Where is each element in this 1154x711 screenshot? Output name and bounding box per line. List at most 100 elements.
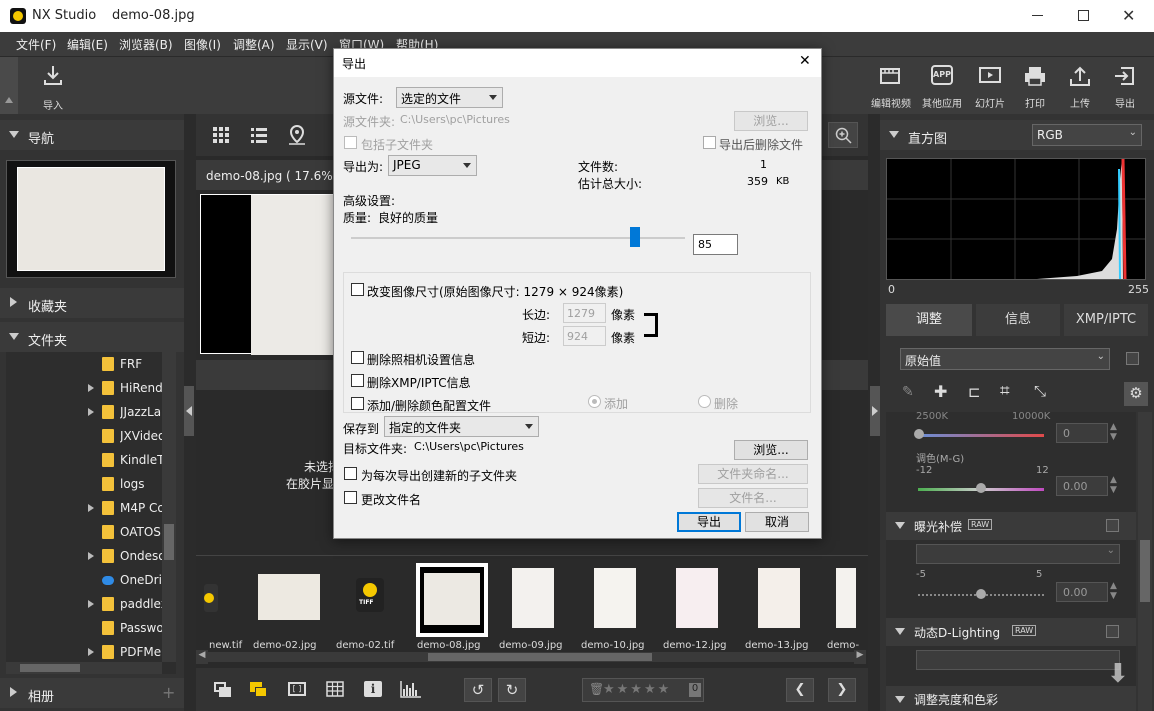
short-side-input[interactable]: 924 (563, 326, 606, 346)
tab-xmp-iptc[interactable]: XMP/IPTC (1064, 304, 1148, 336)
folder-item[interactable]: M4P Co (88, 496, 168, 520)
close-button[interactable]: ✕ (1122, 6, 1135, 25)
preset-checkbox[interactable] (1126, 352, 1139, 365)
map-pin-icon[interactable] (288, 125, 306, 145)
wb-stepper-icon[interactable]: ▲ ▼ (1110, 422, 1117, 442)
long-side-input[interactable]: 1279 (563, 303, 606, 323)
rating-bar[interactable]: 🗑 ★★★★★ 0 (582, 678, 704, 702)
trash-icon[interactable]: 🗑 (589, 682, 604, 696)
previous-image-button[interactable]: ❮ (786, 678, 814, 702)
rotate-right-button[interactable]: ↻ (498, 678, 526, 702)
tif-icon-partial[interactable] (204, 584, 218, 612)
film-thumb-demo-09[interactable] (512, 568, 554, 628)
multi-select-icon[interactable] (250, 682, 268, 698)
folder-item[interactable]: Ondeso (88, 544, 168, 568)
tint-value-field[interactable]: 0.00 (1056, 476, 1108, 496)
file-naming-button[interactable]: 文件名... (698, 488, 808, 508)
expand-arrow-icon[interactable] (88, 384, 94, 392)
expand-arrow-icon[interactable] (88, 504, 94, 512)
histogram-mode-select[interactable]: RGB ⌄ (1032, 124, 1142, 146)
expand-arrow-icon[interactable] (88, 552, 94, 560)
retouch-brush-icon[interactable]: ✚ (934, 382, 947, 401)
source-browse-button[interactable]: 浏览... (734, 111, 808, 131)
list-view-icon[interactable] (250, 126, 268, 144)
resize-checkbox[interactable] (351, 283, 364, 296)
menu-view[interactable]: 显示(V) (286, 36, 328, 53)
film-thumb-demo-13[interactable] (758, 568, 800, 628)
menu-adjust[interactable]: 调整(A) (233, 36, 275, 53)
folder-scrollbar[interactable] (162, 352, 176, 662)
film-thumb-demo-12[interactable] (676, 568, 718, 628)
add-album-icon[interactable]: + (162, 683, 175, 702)
tab-info[interactable]: 信息 (976, 304, 1060, 336)
folder-item[interactable]: logs (88, 472, 168, 496)
tab-adjust[interactable]: 调整 (886, 304, 972, 336)
color-profile-checkbox[interactable] (351, 397, 364, 410)
next-image-button[interactable]: ❯ (828, 678, 856, 702)
quality-slider-thumb[interactable] (629, 227, 640, 247)
minimize-button[interactable] (1032, 15, 1043, 16)
export-button[interactable]: 导出 (677, 512, 741, 532)
upload-button[interactable]: 上传 (1063, 65, 1097, 111)
crop-icon[interactable]: ⌗ (1000, 381, 1010, 401)
delete-after-export-checkbox[interactable] (703, 136, 716, 149)
exposure-value-field[interactable]: 0.00 (1056, 582, 1108, 602)
save-to-select[interactable]: 指定的文件夹 (384, 416, 539, 437)
export-toolbar-button[interactable]: 导出 (1108, 65, 1142, 111)
film-thumb-demo-08-selected[interactable] (416, 563, 488, 637)
adl-checkbox[interactable] (1106, 625, 1119, 638)
fit-screen-icon[interactable]: [ ] (288, 682, 306, 696)
film-thumb-partial[interactable] (836, 568, 856, 628)
radio-add[interactable] (588, 395, 601, 408)
folder-hscrollbar[interactable] (6, 662, 162, 674)
scrollbar-thumb[interactable] (164, 524, 174, 560)
edit-video-button[interactable]: 编辑视频 (870, 65, 912, 111)
menu-file[interactable]: 文件(F) (16, 36, 56, 53)
exposure-stepper-icon[interactable]: ▲ ▼ (1110, 581, 1117, 601)
folder-item[interactable]: JJazzLab (88, 400, 168, 424)
film-thumb-demo-02-jpg[interactable] (258, 574, 320, 620)
straighten-icon[interactable]: ⊏ (968, 383, 981, 401)
folder-item[interactable]: paddlex (88, 592, 168, 616)
create-subfolder-checkbox[interactable] (344, 467, 357, 480)
right-scrollbar-thumb[interactable] (1140, 540, 1150, 602)
eyedropper-icon[interactable]: ✎ (902, 384, 914, 400)
filmstrip-scrollbar[interactable] (208, 652, 854, 662)
include-subfolders-checkbox[interactable] (344, 136, 357, 149)
wb-value-field[interactable]: 0 (1056, 423, 1108, 443)
rotate-left-button[interactable]: ↺ (464, 678, 492, 702)
wb-slider-thumb[interactable] (914, 429, 924, 439)
folder-item[interactable]: OneDriv (88, 568, 168, 592)
folder-item[interactable]: KindleT (88, 448, 168, 472)
perspective-icon[interactable]: ⤡ (1034, 382, 1046, 400)
hscrollbar-thumb[interactable] (20, 664, 80, 672)
radio-delete[interactable] (698, 395, 711, 408)
grid-overlay-icon[interactable] (326, 681, 344, 697)
settings-gear-button[interactable]: ⚙ (1124, 382, 1148, 406)
histogram-icon[interactable] (400, 680, 422, 698)
folder-item[interactable]: PDFMer (88, 640, 168, 664)
compare-icon[interactable] (214, 682, 232, 698)
export-format-select[interactable]: JPEG (388, 155, 477, 176)
import-button[interactable]: 导入 (36, 63, 70, 112)
filmstrip-scroll-left[interactable]: ◀ (196, 650, 208, 664)
exposure-header[interactable]: 曝光补偿 RAW (886, 512, 1136, 540)
menu-browser[interactable]: 浏览器(B) (119, 36, 173, 53)
filmstrip-scroll-thumb[interactable] (428, 653, 652, 661)
delete-xmp-checkbox[interactable] (351, 374, 364, 387)
expand-arrow-icon[interactable] (88, 408, 94, 416)
wb-slider-track[interactable] (918, 434, 1044, 437)
quality-value-input[interactable]: 85 (693, 234, 738, 255)
slideshow-button[interactable]: 幻灯片 (970, 65, 1010, 111)
zoom-button[interactable] (828, 122, 858, 148)
left-panel-collapse-handle[interactable] (184, 386, 194, 436)
expand-arrow-icon[interactable] (88, 600, 94, 608)
navigation-header[interactable]: 导航 (0, 120, 184, 150)
folder-naming-button[interactable]: 文件夹命名... (698, 464, 808, 484)
film-thumb-demo-10[interactable] (594, 568, 636, 628)
exposure-mode-select[interactable]: ⌄ (916, 544, 1120, 564)
toolbar-collapse-handle[interactable] (0, 57, 18, 115)
folder-item[interactable]: OATOS (88, 520, 168, 544)
menu-edit[interactable]: 编辑(E) (67, 36, 108, 53)
tint-stepper-icon[interactable]: ▲ ▼ (1110, 475, 1117, 495)
